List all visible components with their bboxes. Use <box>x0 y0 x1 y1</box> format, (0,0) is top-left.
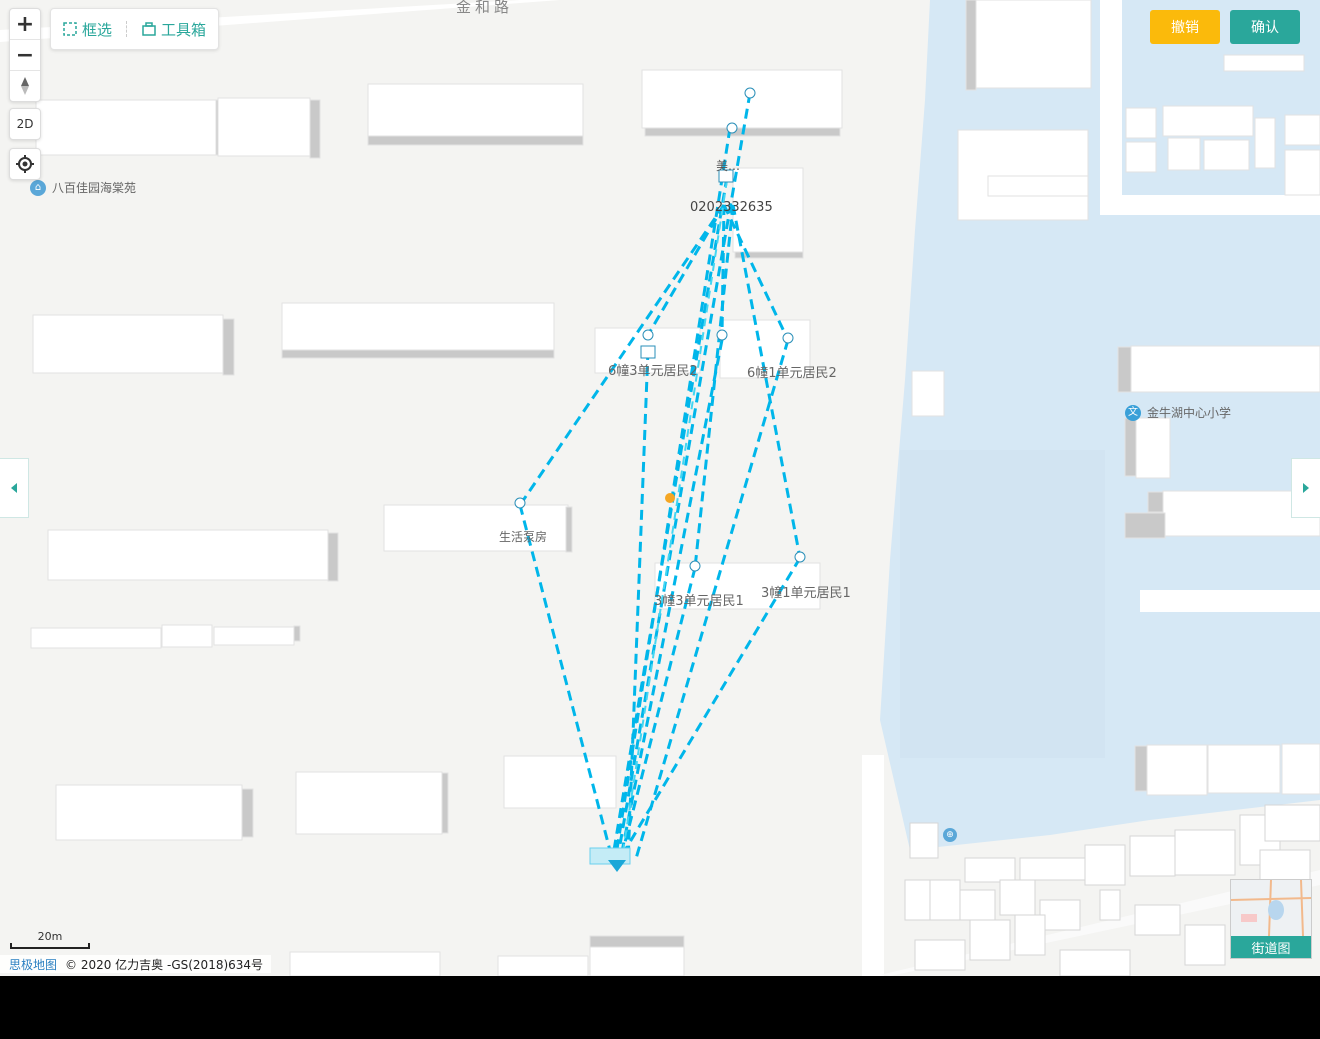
water-path-1 <box>1100 0 1122 215</box>
scale-bar: 20m <box>10 930 90 949</box>
street-map-switch[interactable]: 街道图 <box>1230 879 1312 959</box>
compass-icon[interactable] <box>10 71 40 101</box>
node-label-3-1-1: 3幢1单元居民1 <box>761 586 851 601</box>
box-select-icon <box>63 22 77 36</box>
chevron-left-icon <box>11 483 17 493</box>
toolbox-label: 工具箱 <box>161 20 207 39</box>
poi-badaijia[interactable]: ⌂ 八百佳园海棠苑 <box>30 179 136 196</box>
toolbar-divider <box>126 21 128 37</box>
zoom-out-button[interactable]: − <box>10 40 40 70</box>
map-attribution: 思极地图 © 2020 亿力吉奥 -GS(2018)634号 <box>0 955 272 973</box>
chevron-right-icon <box>1303 483 1309 493</box>
selected-point-marker <box>665 493 675 503</box>
cancel-button[interactable]: 撤销 <box>1150 10 1220 44</box>
map-canvas[interactable]: 金和路 ⌂ 八百佳园海棠苑 文 金牛湖中心小学 美… 0202332635 6幢… <box>0 0 1320 976</box>
node-label-3-3-1: 3幢3单元居民1 <box>654 594 744 609</box>
road-right-vertical <box>862 755 884 976</box>
toolbox-icon <box>142 22 156 36</box>
poi-school[interactable]: 文 金牛湖中心小学 <box>1125 404 1231 421</box>
home-poi-icon: ⌂ <box>30 179 46 196</box>
locate-button[interactable] <box>9 148 41 180</box>
box-select-tool[interactable]: 框选 <box>63 19 112 40</box>
poi-label: 八百佳园海棠苑 <box>52 181 137 195</box>
bottom-black-bar <box>0 976 1320 1039</box>
compass-needle <box>21 77 29 95</box>
panel-toggle-right[interactable] <box>1291 458 1320 518</box>
mode-2d-button[interactable]: 2D <box>9 108 41 140</box>
zoom-in-button[interactable]: + <box>10 9 40 39</box>
map-scene <box>0 0 1320 976</box>
bike-icon: ⊕ <box>943 828 957 842</box>
zoom-control: + − <box>9 8 41 102</box>
map-toolbar: 框选 工具箱 <box>50 8 220 50</box>
water-path-3 <box>1140 590 1320 612</box>
road-label-jinhe: 金和路 <box>456 0 514 16</box>
street-map-label: 街道图 <box>1231 936 1311 958</box>
water-path-2 <box>1120 195 1320 215</box>
node-label-6-3-2: 6幢3单元居民2 <box>608 364 698 379</box>
scale-label: 20m <box>37 930 63 943</box>
node-label-6-1-2: 6幢1单元居民2 <box>747 366 837 381</box>
attribution-brand[interactable]: 思极地图 <box>9 956 57 973</box>
poi-label: 金牛湖中心小学 <box>1147 406 1232 420</box>
panel-toggle-left[interactable] <box>0 458 29 518</box>
node-label-pump-room: 生活泵房 <box>499 530 548 544</box>
node-label-source-short: 美… <box>716 159 741 173</box>
source-marker <box>608 860 626 872</box>
node-label-source-id: 0202332635 <box>690 200 773 215</box>
pipe-network-light <box>621 179 728 859</box>
confirm-button[interactable]: 确认 <box>1230 10 1300 44</box>
locate-icon <box>16 155 34 173</box>
box-select-label: 框选 <box>82 20 113 39</box>
attribution-copyright: © 2020 亿力吉奥 -GS(2018)634号 <box>65 957 264 972</box>
school-poi-icon: 文 <box>1125 404 1141 421</box>
scale-line <box>10 943 90 949</box>
minimap-thumbnail <box>1230 879 1312 937</box>
toolbox-tool[interactable]: 工具箱 <box>142 19 206 40</box>
